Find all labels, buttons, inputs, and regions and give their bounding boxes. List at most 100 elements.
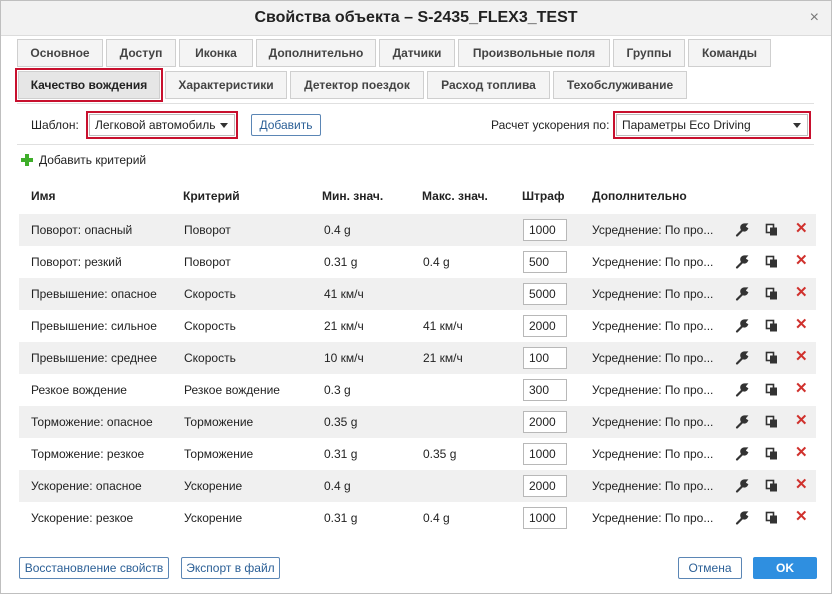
delete-icon[interactable]: ✕	[795, 509, 809, 525]
wrench-icon[interactable]	[735, 382, 749, 398]
template-select[interactable]: Легковой автомобиль	[86, 111, 238, 139]
tab-custom-fields[interactable]: Произвольные поля	[458, 39, 610, 67]
add-criterion-label: Добавить критерий	[39, 153, 147, 167]
row-min-value: 0.35 g	[324, 415, 358, 429]
table-row[interactable]: Поворот: опасный Поворот 0.4 g Усреднение: …	[19, 214, 816, 246]
header-max: Макс. знач.	[422, 189, 488, 203]
ok-button[interactable]: OK	[753, 557, 817, 579]
tab-driving-quality[interactable]: Качество вождения	[15, 68, 163, 102]
title-bar: Свойства объекта – S-2435_FLEX3_TEST ×	[1, 1, 831, 36]
acceleration-select[interactable]: Параметры Eco Driving	[613, 111, 811, 139]
add-criterion-link[interactable]: Добавить критерий	[21, 151, 146, 169]
add-template-button[interactable]: Добавить	[251, 114, 321, 136]
row-max-value: 21 км/ч	[423, 351, 463, 365]
copy-icon[interactable]	[765, 350, 779, 366]
row-min-value: 0.31 g	[324, 255, 358, 269]
row-criterion: Ускорение	[184, 479, 243, 493]
row-min-value: 10 км/ч	[324, 351, 364, 365]
delete-icon[interactable]: ✕	[795, 445, 809, 461]
table-row[interactable]: Превышение: среднее Скорость 10 км/ч 21 км/…	[19, 342, 816, 374]
delete-icon[interactable]: ✕	[795, 413, 809, 429]
penalty-input[interactable]	[523, 315, 567, 337]
delete-icon[interactable]: ✕	[795, 253, 809, 269]
dialog-title: Свойства объекта – S-2435_FLEX3_TEST	[254, 9, 578, 26]
row-name: Торможение: резкое	[31, 447, 145, 461]
wrench-icon[interactable]	[735, 478, 749, 494]
table-row[interactable]: Торможение: резкое Торможение 0.31 g 0.35 g…	[19, 438, 816, 470]
penalty-input[interactable]	[523, 507, 567, 529]
penalty-input[interactable]	[523, 443, 567, 465]
tab-characteristics[interactable]: Характеристики	[165, 71, 287, 99]
wrench-icon[interactable]	[735, 414, 749, 430]
export-file-button[interactable]: Экспорт в файл	[181, 557, 280, 579]
row-min-value: 0.4 g	[324, 479, 351, 493]
row-criterion: Торможение	[184, 415, 254, 429]
table-row[interactable]: Превышение: опасное Скорость 41 км/ч Усредн…	[19, 278, 816, 310]
delete-icon[interactable]: ✕	[795, 349, 809, 365]
wrench-icon[interactable]	[735, 286, 749, 302]
row-additional: Усреднение: По про...	[592, 319, 714, 333]
wrench-icon[interactable]	[735, 446, 749, 462]
tab-access[interactable]: Доступ	[106, 39, 176, 67]
copy-icon[interactable]	[765, 414, 779, 430]
row-additional: Усреднение: По про...	[592, 511, 714, 525]
plus-icon	[21, 154, 33, 166]
tab-additional[interactable]: Дополнительно	[256, 39, 376, 67]
penalty-input[interactable]	[523, 251, 567, 273]
template-label: Шаблон:	[31, 118, 79, 132]
row-criterion: Скорость	[184, 351, 236, 365]
wrench-icon[interactable]	[735, 222, 749, 238]
restore-properties-button[interactable]: Восстановление свойств	[19, 557, 169, 579]
tab-sensors[interactable]: Датчики	[379, 39, 455, 67]
delete-icon[interactable]: ✕	[795, 221, 809, 237]
copy-icon[interactable]	[765, 318, 779, 334]
row-max-value: 41 км/ч	[423, 319, 463, 333]
copy-icon[interactable]	[765, 382, 779, 398]
row-criterion: Торможение	[184, 447, 254, 461]
penalty-input[interactable]	[523, 475, 567, 497]
wrench-icon[interactable]	[735, 350, 749, 366]
wrench-icon[interactable]	[735, 254, 749, 270]
wrench-icon[interactable]	[735, 318, 749, 334]
copy-icon[interactable]	[765, 446, 779, 462]
penalty-input[interactable]	[523, 411, 567, 433]
copy-icon[interactable]	[765, 222, 779, 238]
table-row[interactable]: Торможение: опасное Торможение 0.35 g Усред…	[19, 406, 816, 438]
table-row[interactable]: Превышение: сильное Скорость 21 км/ч 41 км/…	[19, 310, 816, 342]
row-min-value: 41 км/ч	[324, 287, 364, 301]
copy-icon[interactable]	[765, 254, 779, 270]
object-properties-dialog: Свойства объекта – S-2435_FLEX3_TEST × О…	[0, 0, 832, 594]
delete-icon[interactable]: ✕	[795, 285, 809, 301]
penalty-input[interactable]	[523, 283, 567, 305]
penalty-input[interactable]	[523, 219, 567, 241]
tab-trip-detector[interactable]: Детектор поездок	[290, 71, 424, 99]
table-row[interactable]: Ускорение: резкое Ускорение 0.31 g 0.4 g Уср…	[19, 502, 816, 534]
table-row[interactable]: Поворот: резкий Поворот 0.31 g 0.4 g Усредне…	[19, 246, 816, 278]
delete-icon[interactable]: ✕	[795, 317, 809, 333]
copy-icon[interactable]	[765, 286, 779, 302]
penalty-input[interactable]	[523, 347, 567, 369]
header-additional: Дополнительно	[592, 189, 687, 203]
delete-icon[interactable]: ✕	[795, 381, 809, 397]
tab-icon[interactable]: Иконка	[179, 39, 253, 67]
row-min-value: 21 км/ч	[324, 319, 364, 333]
wrench-icon[interactable]	[735, 510, 749, 526]
tab-groups[interactable]: Группы	[613, 39, 685, 67]
close-icon[interactable]: ×	[810, 10, 819, 26]
tab-commands[interactable]: Команды	[688, 39, 771, 67]
copy-icon[interactable]	[765, 478, 779, 494]
tab-fuel-consumption[interactable]: Расход топлива	[427, 71, 550, 99]
row-min-value: 0.31 g	[324, 447, 358, 461]
delete-icon[interactable]: ✕	[795, 477, 809, 493]
cancel-button[interactable]: Отмена	[678, 557, 742, 579]
row-criterion: Поворот	[184, 255, 231, 269]
row-name: Торможение: опасное	[31, 415, 153, 429]
tab-basic[interactable]: Основное	[17, 39, 103, 67]
copy-icon[interactable]	[765, 510, 779, 526]
template-select-value: Легковой автомобиль	[95, 118, 216, 132]
penalty-input[interactable]	[523, 379, 567, 401]
table-row[interactable]: Резкое вождение Резкое вождение 0.3 g Усред…	[19, 374, 816, 406]
row-criterion: Ускорение	[184, 511, 243, 525]
table-row[interactable]: Ускорение: опасное Ускорение 0.4 g Усреднен…	[19, 470, 816, 502]
tab-maintenance[interactable]: Техобслуживание	[553, 71, 687, 99]
